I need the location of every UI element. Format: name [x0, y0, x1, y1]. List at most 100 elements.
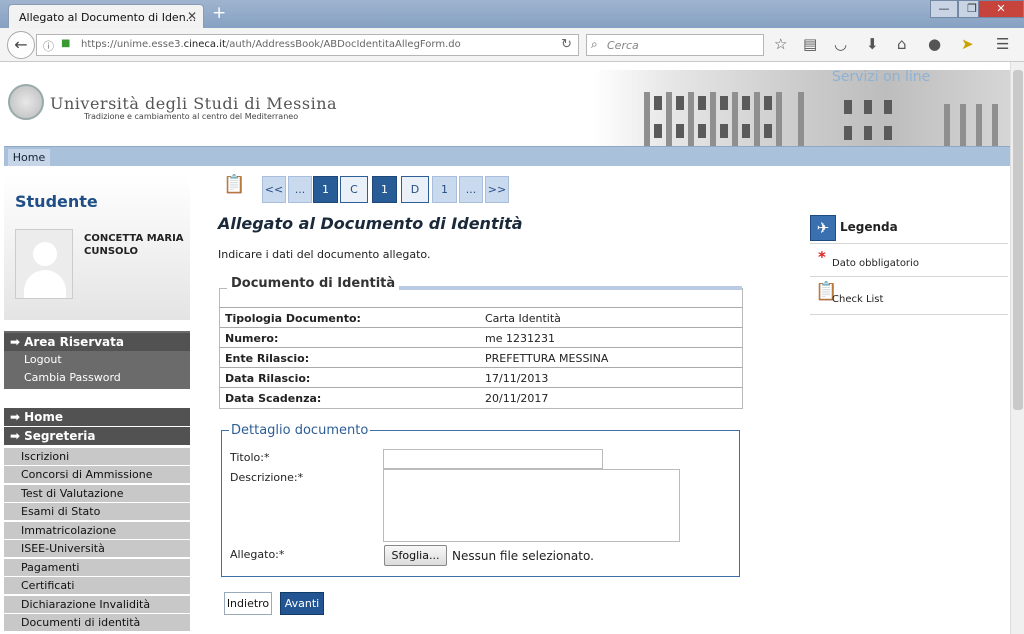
- descrizione-label: Descrizione:*: [230, 471, 304, 484]
- site-header: Università degli Studi di Messina Tradiz…: [4, 62, 1010, 146]
- allegato-label: Allegato:*: [230, 548, 285, 561]
- sidebar-item-concorsi[interactable]: Concorsi di Ammissione: [4, 466, 190, 484]
- arrow-right-icon: ➡: [10, 335, 21, 349]
- bookmark-star-icon[interactable]: ☆: [774, 36, 787, 52]
- table-row: Ente Rilascio: PREFETTURA MESSINA: [220, 347, 742, 367]
- university-seal-icon: [8, 84, 44, 120]
- sidebar-item-esami-stato[interactable]: Esami di Stato: [4, 503, 190, 521]
- descrizione-textarea[interactable]: [383, 469, 680, 542]
- dettaglio-legend: Dettaglio documento: [229, 423, 371, 438]
- download-icon[interactable]: ⬇: [866, 36, 879, 52]
- university-motto: Tradizione e cambiamento al centro del M…: [84, 112, 299, 121]
- row-value: me 1231231: [485, 332, 555, 345]
- pocket-icon[interactable]: ◡: [834, 36, 847, 52]
- url-prefix: https://unime.esse3.: [81, 39, 184, 50]
- cambia-password-link[interactable]: Cambia Password: [24, 371, 121, 384]
- table-row: Data Scadenza: 20/11/2017: [220, 387, 742, 407]
- documento-legend: Documento di Identità: [227, 276, 400, 291]
- row-label: Ente Rilascio:: [225, 352, 310, 365]
- address-bar[interactable]: ⓘ ■ https://unime.esse3.cineca.it/auth/A…: [36, 34, 579, 56]
- legend-icon: ✈: [810, 215, 836, 241]
- titolo-input[interactable]: [383, 449, 603, 469]
- extension-icon[interactable]: ➤: [961, 36, 974, 52]
- reading-list-icon[interactable]: ▤: [803, 36, 817, 52]
- info-icon[interactable]: ⓘ: [43, 38, 54, 54]
- pager-first[interactable]: <<: [262, 176, 286, 203]
- sidebar: Studente CONCETTA MARIA CUNSOLO ➡ Area Ri…: [4, 176, 190, 634]
- sidebar-item-pagamenti[interactable]: Pagamenti: [4, 559, 190, 577]
- minimize-icon[interactable]: —: [930, 0, 958, 18]
- home-icon[interactable]: ⌂: [897, 36, 907, 52]
- next-button[interactable]: Avanti: [280, 592, 324, 615]
- pager-last[interactable]: >>: [485, 176, 509, 203]
- row-label: Data Scadenza:: [225, 392, 322, 405]
- browser-tab[interactable]: Allegato al Documento di Iden... ✕: [8, 4, 204, 29]
- row-value: 17/11/2013: [485, 372, 549, 385]
- legend-divider: [810, 243, 1008, 244]
- legend-divider: [810, 276, 1008, 277]
- page-scrollbar[interactable]: [1010, 62, 1024, 634]
- browse-file-button[interactable]: Sfoglia...: [384, 545, 447, 566]
- arrow-right-icon: ➡: [10, 429, 21, 443]
- servizi-online-label: Servizi on line: [832, 69, 931, 85]
- url-text[interactable]: https://unime.esse3.cineca.it/auth/Addre…: [81, 39, 461, 50]
- sidebar-item-iscrizioni[interactable]: Iscrizioni: [4, 448, 190, 466]
- pager-ellipsis-end: ...: [459, 176, 483, 203]
- tab-title: Allegato al Documento di Iden...: [19, 11, 197, 24]
- close-window-icon[interactable]: ✕: [978, 0, 1024, 18]
- new-tab-icon[interactable]: +: [212, 3, 226, 23]
- file-status-text: Nessun file selezionato.: [452, 549, 594, 563]
- back-arrow-icon[interactable]: ←: [7, 31, 35, 59]
- pager-step-c[interactable]: C: [340, 176, 368, 203]
- legend-divider: [810, 314, 1008, 315]
- required-asterisk-icon: *: [818, 248, 826, 266]
- sidebar-segreteria-label: Segreteria: [24, 429, 96, 443]
- logout-link[interactable]: Logout: [24, 353, 62, 366]
- checklist-link[interactable]: Check List: [832, 294, 883, 305]
- sidebar-item-certificati[interactable]: Certificati: [4, 577, 190, 595]
- avatar: [15, 229, 73, 299]
- area-riservata-header: ➡ Area Riservata: [4, 333, 190, 351]
- pager-step-1-current[interactable]: 1: [372, 176, 397, 203]
- reload-icon[interactable]: ↻: [561, 37, 572, 52]
- nav-home-link[interactable]: Home: [8, 149, 50, 166]
- sidebar-item-immatricolazione[interactable]: Immatricolazione: [4, 522, 190, 540]
- scrollbar-thumb[interactable]: [1013, 70, 1023, 410]
- sidebar-segreteria[interactable]: ➡ Segreteria: [4, 427, 190, 445]
- sidebar-item-test-valutazione[interactable]: Test di Valutazione: [4, 485, 190, 503]
- pager-ellipsis: ...: [288, 176, 312, 203]
- university-name: Università degli Studi di Messina: [50, 94, 338, 113]
- row-value: 20/11/2017: [485, 392, 549, 405]
- page-title: Allegato al Documento di Identità: [218, 214, 523, 233]
- close-tab-icon[interactable]: ✕: [187, 9, 197, 23]
- table-row: Tipologia Documento: Carta Identità: [220, 307, 742, 327]
- pager-step-1-next[interactable]: 1: [432, 176, 457, 203]
- top-navigation: Home: [4, 146, 1010, 166]
- search-icon: ⌕: [591, 37, 598, 51]
- area-riservata-box: ➡ Area Riservata Logout Cambia Password: [4, 331, 190, 389]
- web-page: Università degli Studi di Messina Tradiz…: [4, 62, 1010, 634]
- sidebar-item-isee[interactable]: ISEE-Università: [4, 540, 190, 558]
- search-input[interactable]: ⌕ Cerca: [586, 34, 764, 56]
- checklist-icon: 📋: [223, 174, 246, 195]
- pager-step-1[interactable]: 1: [313, 176, 338, 203]
- legend-title: Legenda: [840, 220, 898, 234]
- sidebar-item-documenti[interactable]: Documenti di identità: [4, 614, 190, 632]
- row-label: Numero:: [225, 332, 279, 345]
- sidebar-home-label: Home: [24, 410, 63, 424]
- student-name: CONCETTA MARIA CUNSOLO: [84, 233, 184, 257]
- pager-step-d[interactable]: D: [401, 176, 429, 203]
- sidebar-item-invalidita[interactable]: Dichiarazione Invalidità: [4, 596, 190, 614]
- legend-decoration: [382, 286, 742, 290]
- row-label: Data Rilascio:: [225, 372, 311, 385]
- arrow-right-icon: ➡: [10, 410, 21, 424]
- chat-icon[interactable]: ●: [928, 36, 941, 52]
- row-label: Tipologia Documento:: [225, 312, 361, 325]
- student-box: Studente CONCETTA MARIA CUNSOLO: [4, 176, 190, 320]
- browser-toolbar: ← ⓘ ■ https://unime.esse3.cineca.it/auth…: [0, 28, 1024, 62]
- sidebar-home[interactable]: ➡ Home: [4, 408, 190, 426]
- back-button[interactable]: Indietro: [224, 592, 272, 615]
- area-riservata-label: Area Riservata: [24, 335, 124, 349]
- menu-icon[interactable]: ☰: [996, 36, 1009, 52]
- url-host: cineca.it: [183, 39, 226, 50]
